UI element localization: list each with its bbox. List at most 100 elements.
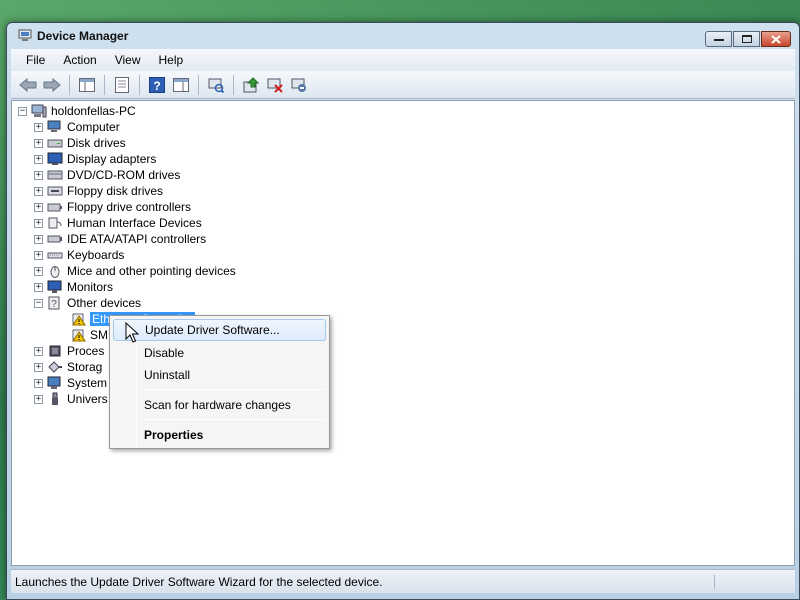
tree-item-disk-drives[interactable]: + Disk drives	[18, 135, 236, 151]
help-button[interactable]: ?	[146, 74, 168, 96]
uninstall-device-button[interactable]	[288, 74, 310, 96]
expand-toggle[interactable]: +	[34, 154, 43, 164]
menu-action[interactable]: Action	[54, 51, 105, 69]
expand-toggle[interactable]: +	[34, 234, 43, 244]
expand-toggle[interactable]: +	[34, 346, 43, 356]
status-bar: Launches the Update Driver Software Wiza…	[11, 569, 795, 593]
expand-toggle[interactable]: +	[34, 122, 43, 132]
uninstall-device-icon	[291, 78, 306, 92]
tree-item-label: Computer	[67, 120, 120, 134]
tree-item-label: DVD/CD-ROM drives	[67, 168, 181, 182]
action-pane-button[interactable]	[170, 74, 192, 96]
tree-item-monitors[interactable]: + Monitors	[18, 279, 236, 295]
expand-toggle[interactable]: +	[34, 186, 43, 196]
menu-item-label: Uninstall	[144, 368, 191, 382]
collapse-toggle[interactable]: −	[34, 298, 43, 308]
processor-icon	[49, 345, 61, 357]
computer-icon	[31, 104, 47, 118]
menu-separator	[140, 419, 326, 420]
tree-item-mice[interactable]: + Mice and other pointing devices	[18, 263, 236, 279]
tree-root-label: holdonfellas-PC	[51, 104, 136, 118]
properties-menu-item[interactable]: Properties	[113, 424, 326, 446]
ide-controller-icon	[47, 235, 62, 243]
dvd-drive-icon	[47, 170, 63, 180]
warning-device-icon	[72, 329, 86, 341]
forward-button[interactable]	[41, 74, 63, 96]
mouse-cursor-icon	[125, 322, 139, 343]
menu-separator	[140, 389, 326, 390]
scan-hardware-button[interactable]	[205, 74, 227, 96]
mouse-icon	[50, 266, 60, 278]
tree-item-label: Human Interface Devices	[67, 216, 202, 230]
monitor-icon	[47, 280, 62, 293]
tree-item-ide-ata-atapi-controllers[interactable]: + IDE ATA/ATAPI controllers	[18, 231, 236, 247]
tree-item-label: SM	[90, 328, 108, 342]
update-driver-software-menu-item[interactable]: Update Driver Software...	[113, 319, 326, 341]
svg-text:?: ?	[51, 299, 57, 310]
update-driver-button[interactable]	[240, 74, 262, 96]
tree-item-computer[interactable]: + Computer	[18, 119, 236, 135]
menu-bar: File Action View Help	[11, 49, 795, 71]
disable-device-button[interactable]	[264, 74, 286, 96]
menu-item-label: Disable	[144, 346, 185, 360]
status-text: Launches the Update Driver Software Wiza…	[15, 574, 715, 589]
collapse-toggle[interactable]: −	[18, 106, 27, 116]
menu-item-label: Scan for hardware changes	[144, 398, 291, 412]
back-button[interactable]	[17, 74, 39, 96]
maximize-button[interactable]	[733, 31, 760, 47]
expand-toggle[interactable]: +	[34, 266, 43, 276]
scan-for-hardware-changes-menu-item[interactable]: Scan for hardware changes	[113, 394, 326, 416]
tree-item-human-interface-devices[interactable]: + Human Interface Devices	[18, 215, 236, 231]
expand-toggle[interactable]: +	[34, 138, 43, 148]
minimize-icon	[713, 39, 724, 41]
console-tree-icon	[79, 77, 95, 92]
tree-item-label: Univers	[67, 392, 108, 406]
tree-item-other-devices[interactable]: − ? Other devices	[18, 295, 236, 311]
close-button[interactable]	[761, 31, 791, 47]
action-pane-icon	[173, 77, 189, 92]
tree-root[interactable]: − holdonfellas-PC	[18, 103, 236, 119]
menu-view[interactable]: View	[106, 51, 150, 69]
tree-item-label: Proces	[67, 344, 105, 358]
disable-menu-item[interactable]: Disable	[113, 342, 326, 364]
expand-toggle[interactable]: +	[34, 282, 43, 292]
expand-toggle[interactable]: +	[34, 250, 43, 260]
tree-item-label: Mice and other pointing devices	[67, 264, 236, 278]
system-devices-icon	[47, 376, 61, 389]
expand-toggle[interactable]: +	[34, 218, 43, 228]
expand-toggle[interactable]: +	[34, 170, 43, 180]
menu-file[interactable]: File	[17, 51, 54, 69]
tree-item-floppy-disk-drives[interactable]: + Floppy disk drives	[18, 183, 236, 199]
menu-help[interactable]: Help	[150, 51, 193, 69]
tree-item-label: Floppy disk drives	[67, 184, 164, 198]
window-title: Device Manager	[37, 29, 129, 43]
tree-item-keyboards[interactable]: + Keyboards	[18, 247, 236, 263]
expand-toggle[interactable]: +	[34, 202, 43, 212]
help-icon: ?	[149, 76, 165, 93]
minimize-button[interactable]	[705, 31, 732, 47]
storage-controller-icon	[48, 361, 62, 373]
tree-item-display-adapters[interactable]: + Display adapters	[18, 151, 236, 167]
tree-item-label: IDE ATA/ATAPI controllers	[67, 232, 207, 246]
update-driver-icon	[243, 76, 259, 92]
properties-button[interactable]	[111, 74, 133, 96]
tree-item-floppy-drive-controllers[interactable]: + Floppy drive controllers	[18, 199, 236, 215]
properties-icon	[115, 76, 129, 93]
svg-text:?: ?	[153, 79, 160, 93]
context-menu: Update Driver Software... Disable Uninst…	[109, 315, 330, 449]
expand-toggle[interactable]: +	[34, 394, 43, 404]
tree-item-dvd-cdrom-drives[interactable]: + DVD/CD-ROM drives	[18, 167, 236, 183]
menu-item-label: Properties	[144, 428, 204, 442]
device-manager-icon	[18, 29, 32, 41]
controller-icon	[47, 203, 62, 212]
usb-icon	[52, 392, 58, 405]
title-bar[interactable]: Device Manager	[7, 23, 799, 49]
scan-hardware-icon	[208, 78, 224, 93]
uninstall-menu-item[interactable]: Uninstall	[113, 364, 326, 386]
unknown-device-icon: ?	[48, 296, 60, 310]
expand-toggle[interactable]: +	[34, 362, 43, 372]
tree-item-label: Display adapters	[67, 152, 157, 166]
computer-icon	[47, 120, 61, 132]
show-hide-console-tree-button[interactable]	[76, 74, 98, 96]
expand-toggle[interactable]: +	[34, 378, 43, 388]
